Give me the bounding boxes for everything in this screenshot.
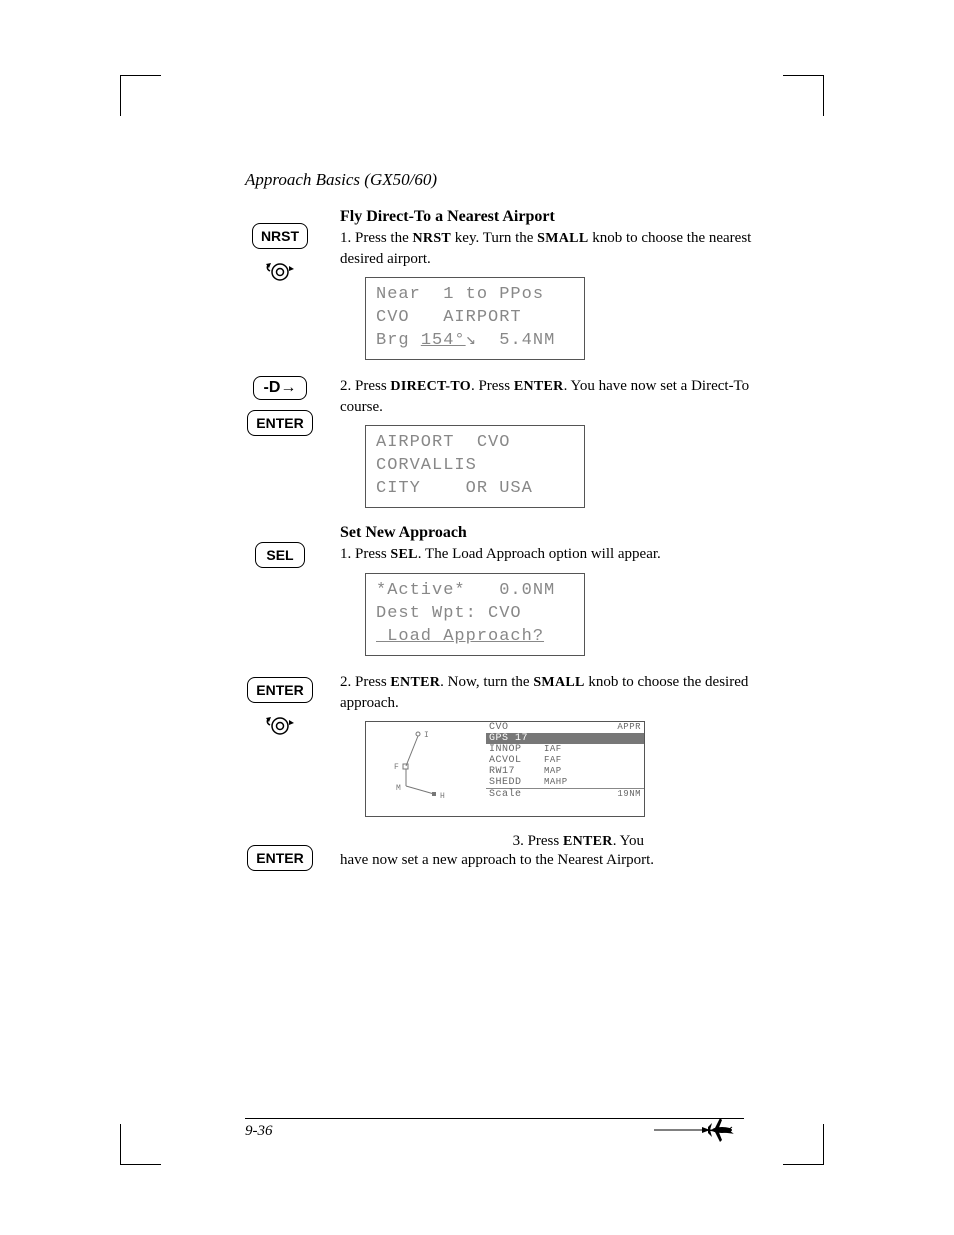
airplane-icon	[654, 1113, 724, 1143]
step-text: 2. Press ENTER. Now, turn the SMALL knob…	[340, 672, 754, 713]
step-text: 1. Press SEL. The Load Approach option w…	[340, 544, 754, 565]
map-label-f: F	[394, 763, 399, 772]
crop-mark	[783, 1124, 824, 1165]
section-heading: Fly Direct-To a Nearest Airport	[340, 208, 754, 226]
step-text: have now set a new approach to the Neare…	[340, 850, 754, 870]
lcd-display: Near 1 to PPos CVO AIRPORT Brg 154°↘ 5.4…	[365, 277, 585, 360]
step-text: 1. Press the NRST key. Turn the SMALL kn…	[340, 228, 754, 269]
direct-to-key: -D→	[253, 376, 308, 400]
crop-mark	[120, 75, 161, 116]
small-knob-icon	[264, 259, 296, 283]
crop-mark	[783, 75, 824, 116]
page-header: Approach Basics (GX50/60)	[245, 170, 754, 190]
map-label-h: H	[440, 792, 445, 801]
enter-key: ENTER	[247, 410, 312, 436]
nrst-key: NRST	[252, 223, 308, 249]
enter-key: ENTER	[247, 677, 312, 703]
crop-mark	[120, 1124, 161, 1165]
sel-key: SEL	[255, 542, 305, 568]
map-label-m: M	[396, 784, 401, 793]
step-text: 2. Press DIRECT-TO. Press ENTER. You hav…	[340, 376, 754, 417]
small-knob-icon	[264, 713, 296, 737]
map-label-i: I	[424, 731, 429, 740]
enter-key: ENTER	[247, 845, 312, 871]
lcd-display: *Active* 0.0NM Dest Wpt: CVO Load Approa…	[365, 573, 585, 656]
lcd-display: AIRPORT CVO CORVALLIS CITY OR USA	[365, 425, 585, 508]
section-heading: Set New Approach	[340, 524, 754, 542]
approach-display: I F M H CVOAPPRGPS 17INNOPIAFACVOLFAFRW1…	[365, 721, 645, 817]
